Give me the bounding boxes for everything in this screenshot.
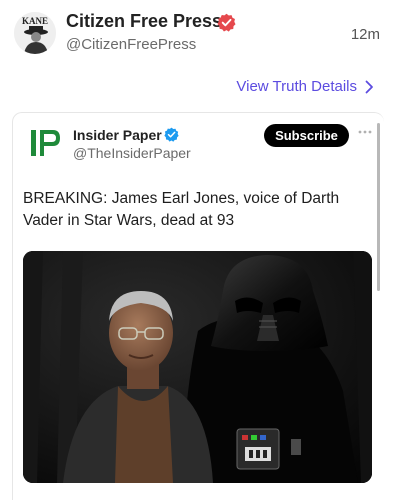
embedded-post-card[interactable]: Insider Paper @TheInsiderPaper Subscribe… xyxy=(12,112,384,500)
ip-logo-icon xyxy=(31,130,60,156)
photo-image xyxy=(23,251,372,483)
source-handle[interactable]: @TheInsiderPaper xyxy=(73,145,191,161)
scrollbar[interactable] xyxy=(377,123,380,291)
author-name[interactable]: Citizen Free Press xyxy=(66,11,222,32)
more-options-icon[interactable] xyxy=(357,127,373,137)
subscribe-button[interactable]: Subscribe xyxy=(264,124,349,147)
chevron-right-icon xyxy=(365,80,373,93)
post-header: KANE Citizen Free Press @CitizenFreePres… xyxy=(0,0,396,70)
view-truth-details-label: View Truth Details xyxy=(236,78,357,95)
source-name[interactable]: Insider Paper xyxy=(73,127,162,143)
news-photo[interactable] xyxy=(23,251,372,483)
headline-text: BREAKING: James Earl Jones, voice of Dar… xyxy=(23,190,340,229)
author-handle[interactable]: @CitizenFreePress xyxy=(66,36,196,53)
verified-badge-icon xyxy=(217,13,236,32)
avatar-text: KANE xyxy=(22,16,48,26)
verified-badge-icon xyxy=(164,127,179,142)
view-truth-details-link[interactable]: View Truth Details xyxy=(236,78,374,95)
timestamp[interactable]: 12m xyxy=(351,26,380,43)
avatar[interactable]: KANE xyxy=(14,12,56,54)
kane-avatar-image: KANE xyxy=(14,12,56,54)
